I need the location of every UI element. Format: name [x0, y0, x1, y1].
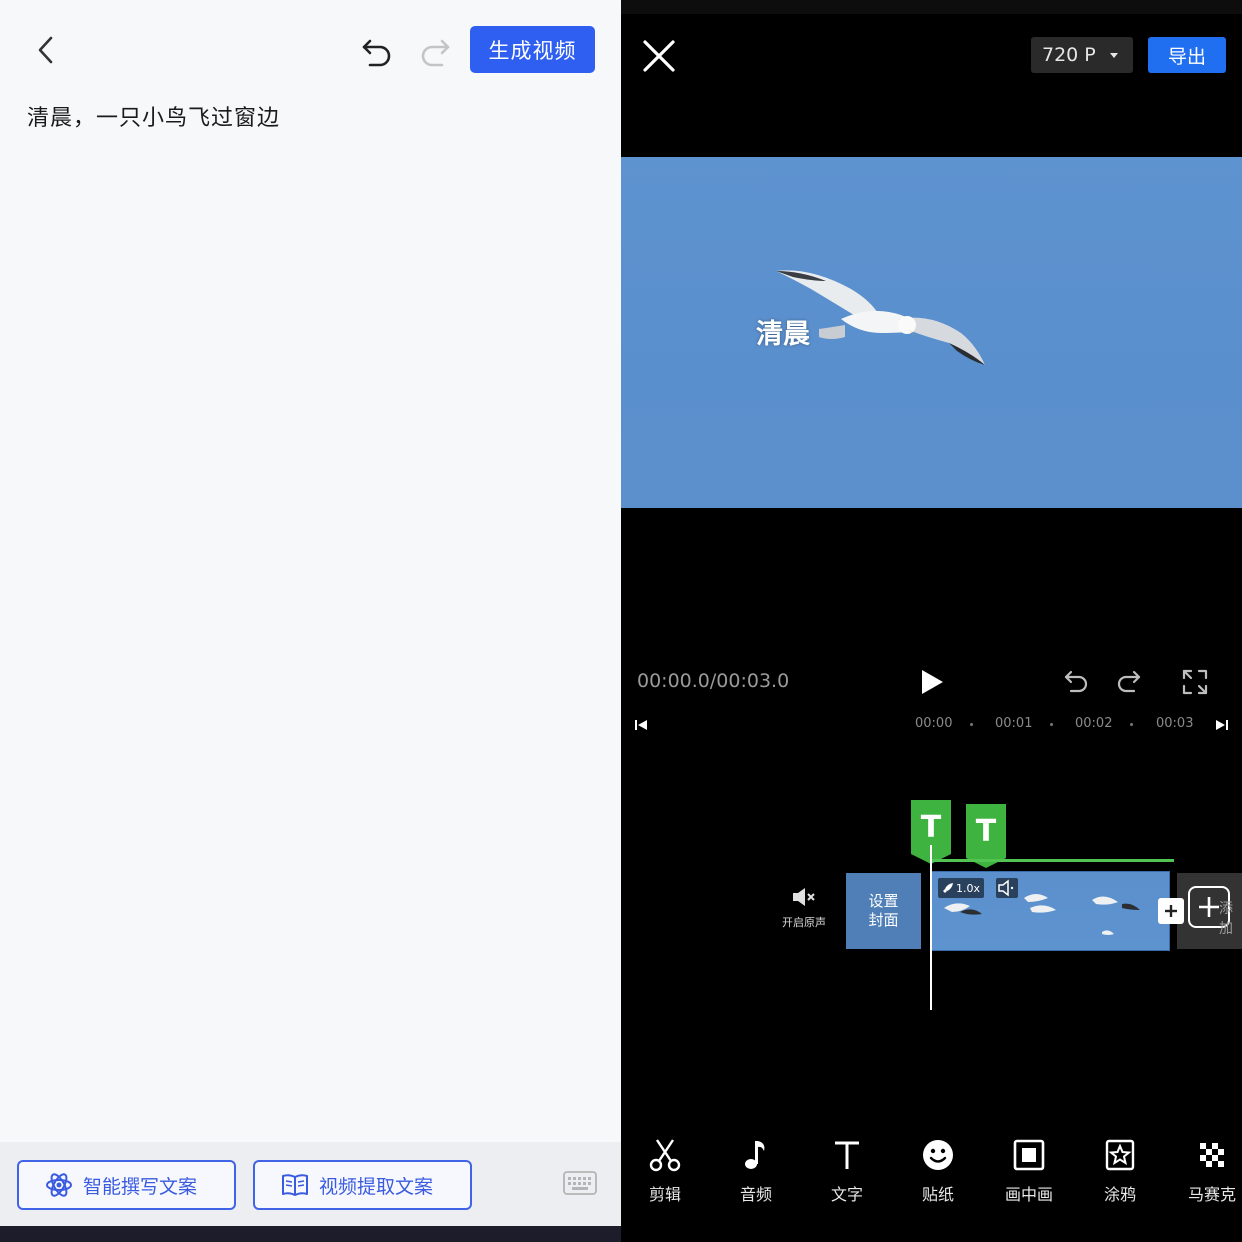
tool-cut[interactable]: 剪辑	[635, 1135, 695, 1205]
play-icon[interactable]	[919, 668, 945, 696]
tick-dot	[1130, 723, 1133, 726]
set-cover-button[interactable]: 设置 封面	[846, 873, 921, 949]
original-audio-toggle[interactable]: 开启原声	[778, 886, 830, 930]
tool-audio[interactable]: 音频	[726, 1135, 786, 1205]
text-icon	[835, 1141, 859, 1169]
tool-label: 画中画	[1004, 1185, 1053, 1204]
fullscreen-icon[interactable]	[1181, 668, 1209, 696]
editor-bottom-bar: 智能撰写文案 视频提取文案	[0, 1142, 621, 1226]
undo-button[interactable]	[358, 32, 398, 70]
atom-icon	[46, 1173, 72, 1197]
system-nav-strip	[0, 1226, 621, 1242]
ai-write-label: 智能撰写文案	[83, 1175, 198, 1198]
resolution-dropdown[interactable]: 720 P	[1031, 37, 1133, 73]
extract-script-label: 视频提取文案	[319, 1175, 434, 1198]
cover-label-line1: 设置	[868, 892, 899, 910]
mosaic-icon	[1200, 1143, 1224, 1167]
add-clip-label: 添加	[1219, 901, 1233, 937]
keyboard-icon[interactable]	[563, 1171, 597, 1195]
tick-dot	[970, 723, 973, 726]
tool-label: 剪辑	[648, 1185, 681, 1204]
plus-icon	[1165, 905, 1177, 917]
video-preview[interactable]: 清晨	[621, 157, 1242, 508]
undo-icon	[362, 39, 391, 67]
doodle-icon	[1105, 1139, 1135, 1171]
pip-icon	[1013, 1139, 1045, 1171]
redo-icon	[421, 39, 450, 67]
export-button[interactable]: 导出	[1148, 37, 1226, 73]
tick-label: 00:03	[1156, 716, 1194, 731]
editor-toolbar: 剪辑 音频 文字 贴纸 画中画 涂鸦 马赛克	[621, 1135, 1242, 1215]
tool-doodle[interactable]: 涂鸦	[1090, 1135, 1150, 1205]
script-text-input[interactable]: 清晨，一只小鸟飞过窗边	[27, 100, 280, 132]
caret-down-icon	[1109, 52, 1118, 58]
video-editor-panel: 720 P 导出 清晨 00:00.0/00:03.0 00:00 00:01 …	[621, 0, 1242, 1242]
text-track-bar[interactable]	[931, 859, 1174, 862]
script-editor-panel: 生成视频 清晨，一只小鸟飞过窗边 智能撰写文案 视频提取文案	[0, 0, 621, 1242]
cover-label-line2: 封面	[868, 911, 899, 929]
extract-script-button[interactable]: 视频提取文案	[253, 1160, 472, 1210]
mute-icon	[793, 888, 815, 906]
tool-label: 涂鸦	[1103, 1185, 1136, 1204]
redo-icon[interactable]	[1115, 668, 1143, 696]
tick-label: 00:00	[915, 716, 953, 731]
tool-label: 贴纸	[921, 1185, 954, 1204]
status-strip	[621, 0, 1242, 14]
tool-label: 音频	[739, 1185, 772, 1204]
clip-volume-badge[interactable]	[996, 878, 1018, 898]
mute-label: 开启原声	[782, 916, 826, 929]
tool-pip[interactable]: 画中画	[999, 1135, 1059, 1205]
skip-end-icon[interactable]	[1215, 718, 1229, 732]
undo-icon[interactable]	[1062, 668, 1090, 696]
scissors-icon	[649, 1139, 681, 1172]
speed-badge[interactable]: 1.0x	[938, 878, 985, 898]
tool-label: 马赛克	[1187, 1185, 1236, 1204]
timeline-ruler[interactable]: 00:00 00:01 00:02 00:03	[621, 712, 1242, 738]
sticker-icon	[923, 1140, 953, 1170]
generate-video-button[interactable]: 生成视频	[470, 26, 595, 73]
video-caption[interactable]: 清晨	[756, 312, 810, 351]
resolution-value: 720 P	[1042, 44, 1096, 66]
ai-write-button[interactable]: 智能撰写文案	[17, 1160, 236, 1210]
text-track-marker[interactable]: T	[966, 804, 1006, 868]
tick-label: 00:01	[995, 716, 1033, 731]
insert-transition-button[interactable]	[1158, 898, 1184, 924]
tick-label: 00:02	[1075, 716, 1113, 731]
playhead[interactable]	[930, 845, 932, 1010]
timecode: 00:00.0/00:03.0	[637, 670, 790, 692]
redo-button[interactable]	[414, 32, 454, 70]
tool-sticker[interactable]: 贴纸	[908, 1135, 968, 1205]
tool-label: 文字	[830, 1185, 863, 1204]
music-note-icon	[745, 1141, 765, 1169]
speed-value: 1.0x	[956, 881, 981, 895]
close-icon[interactable]	[641, 38, 677, 74]
rocket-icon	[943, 883, 953, 893]
volume-icon	[998, 879, 1014, 897]
skip-start-icon[interactable]	[634, 718, 648, 732]
tick-dot	[1050, 723, 1053, 726]
tool-mosaic[interactable]: 马赛克	[1182, 1135, 1242, 1205]
tool-text[interactable]: 文字	[817, 1135, 877, 1205]
video-clip[interactable]: 1.0x	[931, 871, 1170, 951]
book-icon	[282, 1174, 308, 1196]
chevron-left-icon	[38, 36, 53, 64]
back-button[interactable]	[30, 32, 62, 68]
